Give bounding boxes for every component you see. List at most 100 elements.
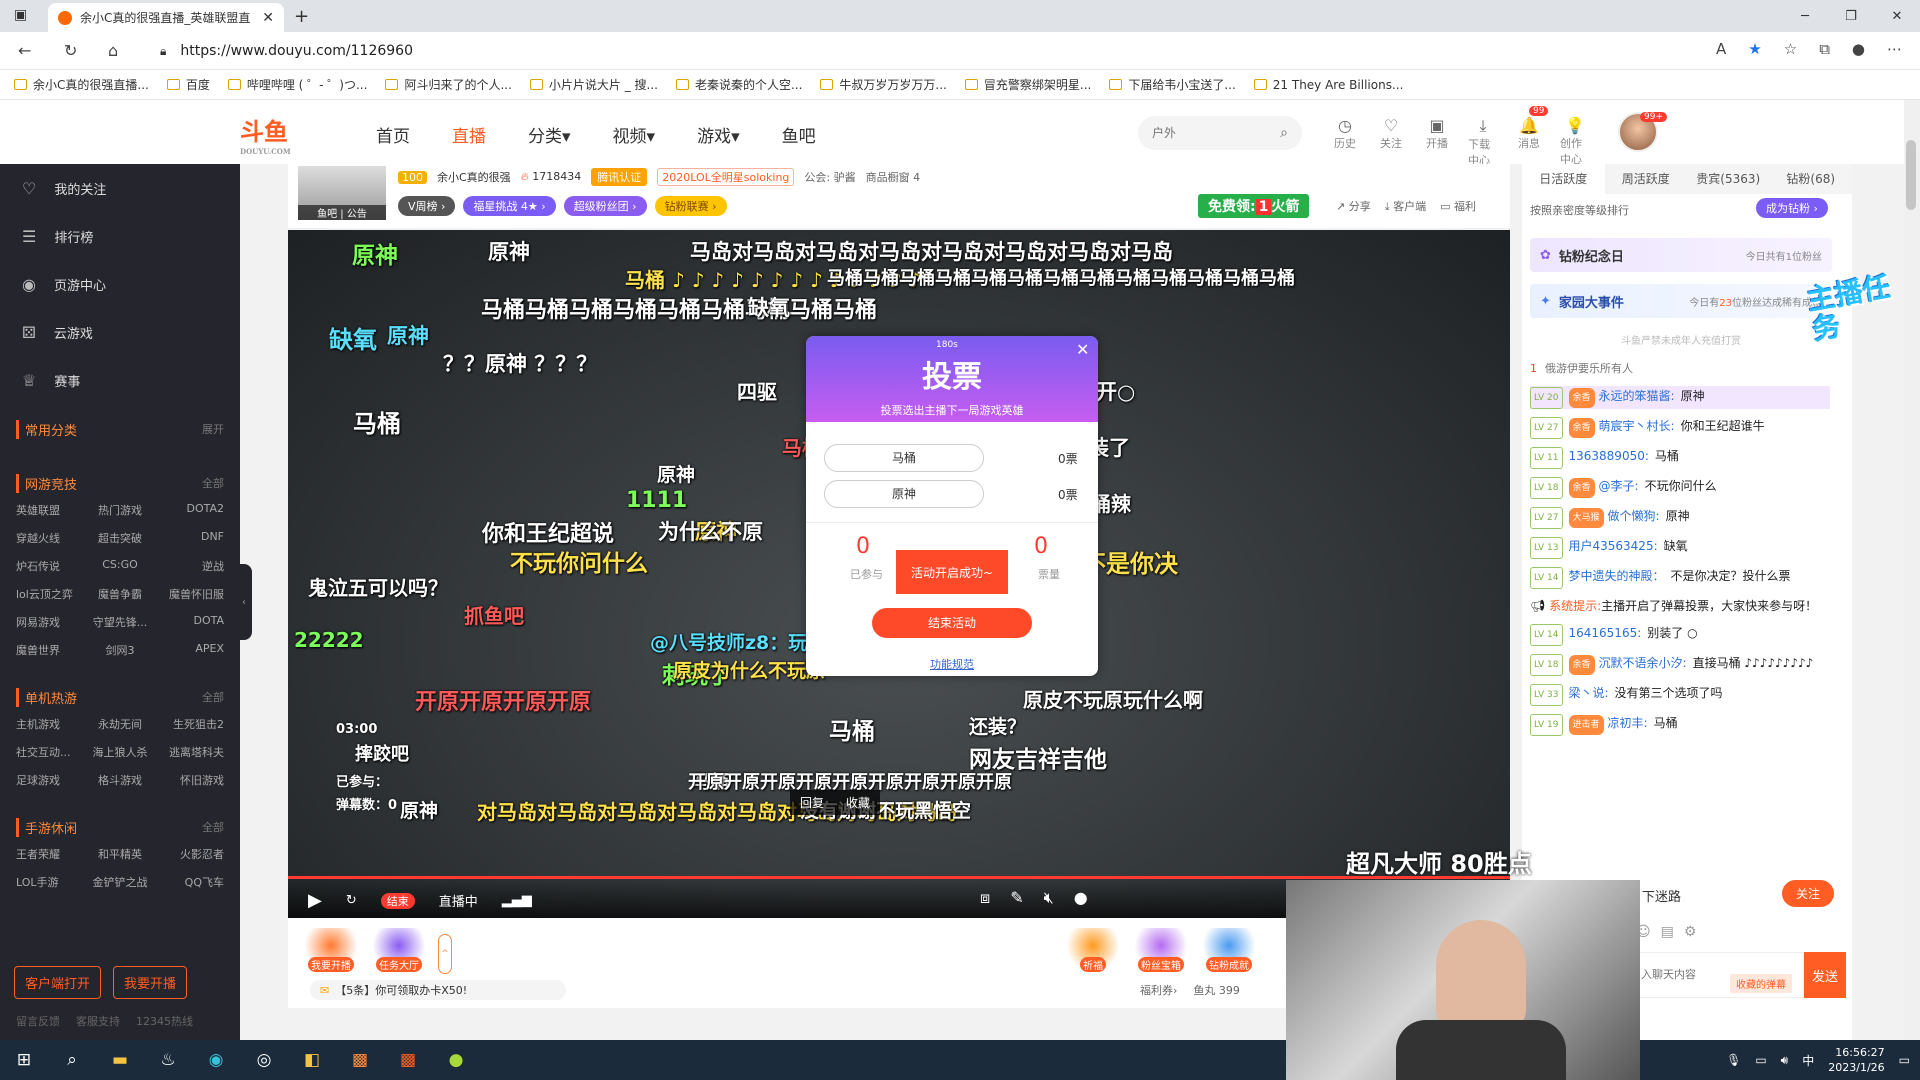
windows-start-icon[interactable]: ⊞ (0, 1040, 48, 1080)
collections-icon[interactable]: ⧉ (1819, 40, 1830, 58)
fav-menu-item[interactable]: 收藏 (846, 794, 870, 811)
network-icon[interactable]: ▭ (1755, 1053, 1766, 1067)
chat-message[interactable]: LV 14 梦中遗失的神殿： 不是你决定？投什么票 (1530, 566, 1830, 589)
category-link[interactable]: QQ飞车 (155, 874, 224, 890)
notice-tag[interactable]: 公告 (347, 209, 367, 220)
welfare-coupon-link[interactable]: 福利券› (1140, 982, 1177, 998)
read-aloud-icon[interactable]: A (1716, 40, 1726, 58)
douyu-app-icon[interactable]: ▩ (384, 1040, 432, 1080)
douyu-logo[interactable]: 斗鱼 DOUYU.COM (240, 117, 318, 156)
chat-username[interactable]: 梁丶说: (1569, 686, 1609, 700)
ime-lang[interactable]: 中 (1802, 1052, 1814, 1069)
minimize-icon[interactable]: ─ (1782, 0, 1828, 32)
volume-slider[interactable]: ● (1074, 888, 1088, 908)
chat-message[interactable]: LV 27 余香 萌宸宇丶村长: 你和王纪超谁牛 (1530, 416, 1830, 439)
fan-anniversary-banner[interactable]: ✿ 钻粉纪念日 今日共有1位粉丝 (1530, 238, 1832, 272)
screenshot-icon[interactable]: ⧈ (980, 888, 990, 908)
category-link[interactable]: 魔兽世界 (16, 642, 85, 658)
streamer-pill[interactable]: 福星挑战 4★ › (463, 196, 556, 216)
category-link[interactable]: DOTA2 (155, 502, 224, 518)
scrollbar-thumb[interactable] (1906, 140, 1916, 210)
streamer-pill[interactable]: 超级粉丝团 › (563, 196, 647, 216)
chat-username[interactable]: 系统提示: (1549, 599, 1601, 613)
category-link[interactable]: 足球游戏 (16, 772, 85, 788)
file-explorer-icon[interactable]: ▬ (96, 1040, 144, 1080)
bookmark-item[interactable]: 百度 (166, 76, 210, 93)
tab-actions-icon[interactable]: ▣ (14, 7, 27, 23)
search-icon[interactable]: ⌕ (48, 1040, 96, 1080)
nav-item[interactable]: 分类▾ (528, 122, 571, 147)
bottom-activity-icon[interactable]: 祈福 (1066, 928, 1120, 972)
chat-username[interactable]: @李子: (1599, 479, 1639, 493)
bookmark-item[interactable]: 余小C真的很强直播... (14, 76, 149, 93)
search-icon[interactable]: ⌕ (1280, 125, 1288, 141)
chat-message[interactable]: LV 18 余香 沉默不语余小汐: 直接马桶 ♪♪♪♪♪♪♪♪♪ (1530, 653, 1830, 676)
refresh-icon[interactable]: ↻ (64, 41, 77, 60)
nav-item[interactable]: 视频▾ (613, 122, 656, 147)
category-link[interactable]: 金铲铲之战 (85, 874, 154, 890)
room-action[interactable]: ↗ 分享 (1336, 198, 1371, 214)
rank-tab[interactable]: 日活跃度 (1522, 164, 1605, 194)
nav-item[interactable]: 鱼吧 (782, 122, 816, 147)
new-tab-button[interactable]: + (294, 6, 309, 27)
search-input[interactable] (1152, 126, 1262, 140)
fav-danmaku-button[interactable]: 收藏的弹幕 (1730, 974, 1792, 993)
category-link[interactable]: 海上狼人杀 (85, 744, 154, 760)
category-link[interactable]: 逃离塔科夫 (155, 744, 224, 760)
category-link[interactable]: CS:GO (85, 558, 154, 574)
vote-option-1[interactable]: 马桶 (824, 444, 984, 472)
section-all-link[interactable]: 全部 (202, 689, 224, 705)
header-download-button[interactable]: ⤓ 下载中心 (1468, 116, 1498, 168)
bookmark-item[interactable]: 下届给韦小宝送了... (1109, 76, 1236, 93)
bottom-activity-icon[interactable]: 粉丝宝箱 (1134, 928, 1188, 972)
category-link[interactable]: 剑网3 (85, 642, 154, 658)
rank-tab[interactable]: 贵宾(5363) (1687, 164, 1770, 194)
bookmark-item[interactable]: 牛叔万岁万岁万万... (820, 76, 947, 93)
section-all-link[interactable]: 全部 (202, 819, 224, 835)
chat-username[interactable]: 梦中遗失的神殿： (1569, 569, 1665, 583)
close-icon[interactable]: ✕ (1076, 340, 1089, 359)
chat-username[interactable]: 164165165: (1569, 626, 1642, 640)
expand-icons-button[interactable]: ^ (438, 934, 452, 974)
edge-icon[interactable]: ◉ (192, 1040, 240, 1080)
category-link[interactable]: 王者荣耀 (16, 846, 85, 862)
chat-message[interactable]: LV 18 余香 @李子: 不玩你问什么 (1530, 476, 1830, 499)
bookmark-item[interactable]: 老秦说秦的个人空... (675, 76, 802, 93)
obs-icon[interactable]: ◎ (240, 1040, 288, 1080)
streamer-pill[interactable]: 钻粉联赛 › (654, 196, 727, 216)
sidebar-footer-link[interactable]: 客服支持 (76, 1013, 120, 1029)
chat-message[interactable]: LV 14 164165165: 别装了 ○ (1530, 623, 1830, 646)
sidebar-item[interactable]: ◉ 页游中心 (0, 260, 240, 308)
speaker-icon[interactable]: 🔊︎ (1781, 1053, 1789, 1068)
streamer-pill[interactable]: V周榜 › (398, 196, 456, 216)
streamer-avatar[interactable]: 鱼吧 | 公告 (298, 166, 386, 220)
free-rocket-button[interactable]: 免费领: 1 火箭 (1198, 194, 1310, 218)
nav-item[interactable]: 首页 (376, 122, 410, 147)
category-link[interactable]: 魔兽怀旧服 (155, 586, 224, 602)
category-link[interactable]: 穿越火线 (16, 530, 85, 546)
volume-icon[interactable]: 🔇︎ (1044, 888, 1054, 908)
chat-username[interactable]: 1363889050: (1569, 449, 1649, 463)
close-window-icon[interactable]: ✕ (1874, 0, 1920, 32)
end-vote-button[interactable]: 结束活动 (872, 608, 1032, 638)
chat-username[interactable]: 萌宸宇丶村长: (1599, 419, 1675, 433)
category-link[interactable]: 格斗游戏 (85, 772, 154, 788)
header-bell-button[interactable]: 🔔 99 消息 (1514, 106, 1549, 168)
fishbar-tag[interactable]: 鱼吧 (317, 209, 337, 220)
refresh-stream-icon[interactable]: ↻ (346, 893, 357, 908)
room-action[interactable]: ⤓ 客户端 (1385, 198, 1426, 214)
bottom-activity-icon[interactable]: 钻粉成就 (1202, 928, 1256, 972)
category-link[interactable]: 英雄联盟 (16, 502, 85, 518)
category-link[interactable]: lol云顶之弈 (16, 586, 85, 602)
category-link[interactable]: 魔兽争霸 (85, 586, 154, 602)
go-live-button[interactable]: 我要开播 (113, 966, 188, 999)
more-icon[interactable]: ⋯ (1887, 40, 1902, 58)
browser-tab[interactable]: 余小C真的很强直播_英雄联盟直 ✕ (48, 3, 284, 32)
mic-icon[interactable]: 🎙︎ (1726, 1053, 1741, 1067)
app-icon[interactable]: ◧ (288, 1040, 336, 1080)
chat-message[interactable]: LV 13 用户43563425: 缺氧 (1530, 536, 1830, 559)
header-camera-button[interactable]: ▣ 开播 (1422, 116, 1452, 168)
category-link[interactable]: 主机游戏 (16, 716, 85, 732)
category-link[interactable]: 永劫无间 (85, 716, 154, 732)
page-scrollbar[interactable] (1904, 100, 1920, 1040)
